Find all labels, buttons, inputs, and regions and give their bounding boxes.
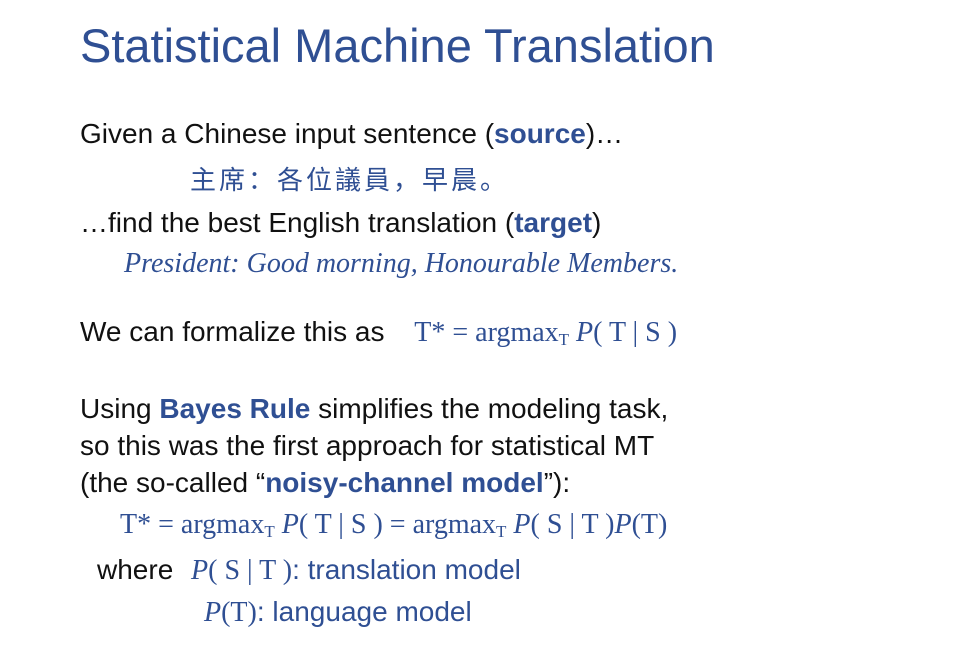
formalize-lhs: T* = argmax	[414, 317, 559, 348]
lm-args: (T)	[221, 597, 257, 628]
formalize-sub: T	[558, 330, 570, 349]
source-term: source	[494, 118, 586, 149]
source-sentence: 主席：各位議員，早晨。	[190, 166, 510, 196]
bayes-line3-prefix: (the so-called “	[80, 467, 266, 498]
eq-p2: P	[513, 509, 531, 540]
formalize-line: We can formalize this as T* = argmaxT P(…	[80, 316, 678, 349]
noisy-channel-term: noisy-channel model	[265, 467, 544, 498]
target-line: …find the best English translation (targ…	[80, 209, 601, 237]
bayes-line-3: (the so-called “noisy-channel model”):	[80, 469, 570, 497]
tm-desc: : translation model	[292, 554, 521, 585]
target-term: target	[514, 207, 593, 238]
eq-args1: ( T | S ) = argmax	[298, 509, 497, 540]
eq-p1: P	[281, 509, 299, 540]
slide-title: Statistical Machine Translation	[80, 19, 715, 72]
formalize-p: P	[576, 317, 594, 348]
target-line-prefix: …find the best English translation (	[80, 207, 515, 238]
bayes-rule-term: Bayes Rule	[159, 393, 311, 424]
translation-model-def: P( S | T ): translation model	[191, 554, 521, 585]
where-line: where P( S | T ): translation model	[97, 556, 521, 585]
bayes-line1-suffix: simplifies the modeling task,	[310, 393, 669, 424]
source-line-suffix: )…	[585, 118, 624, 149]
bayes-line3-suffix: ”):	[543, 467, 571, 498]
source-line: Given a Chinese input sentence (source)…	[80, 120, 623, 148]
formalize-args: ( T | S )	[593, 317, 678, 348]
tm-args: ( S | T )	[208, 555, 293, 586]
eq-part1: T* = argmax	[120, 509, 265, 540]
where-label: where	[97, 554, 174, 585]
source-line-prefix: Given a Chinese input sentence (	[80, 118, 495, 149]
bayes-line-1: Using Bayes Rule simplifies the modeling…	[80, 395, 668, 423]
eq-sub2: T	[496, 522, 507, 541]
eq-args2: ( S | T )	[530, 509, 615, 540]
bayes-equation: T* = argmaxT P( T | S ) = argmaxT P( S |…	[120, 509, 668, 541]
lm-desc: : language model	[256, 596, 472, 627]
lm-p: P	[204, 597, 222, 628]
language-model-def: P(T): language model	[204, 598, 472, 627]
eq-p3: P	[614, 509, 632, 540]
formalize-text: We can formalize this as	[80, 316, 385, 347]
slide: Statistical Machine Translation Given a …	[0, 0, 977, 649]
formalize-equation: T* = argmaxT P( T | S )	[414, 317, 678, 349]
eq-args3: (T)	[631, 509, 668, 540]
target-line-suffix: )	[592, 207, 602, 238]
tm-p: P	[191, 555, 209, 586]
bayes-line1-prefix: Using	[80, 393, 160, 424]
eq-sub1: T	[264, 522, 275, 541]
bayes-line-2: so this was the first approach for stati…	[80, 430, 655, 461]
target-sentence: President: Good morning, Honourable Memb…	[124, 248, 679, 279]
